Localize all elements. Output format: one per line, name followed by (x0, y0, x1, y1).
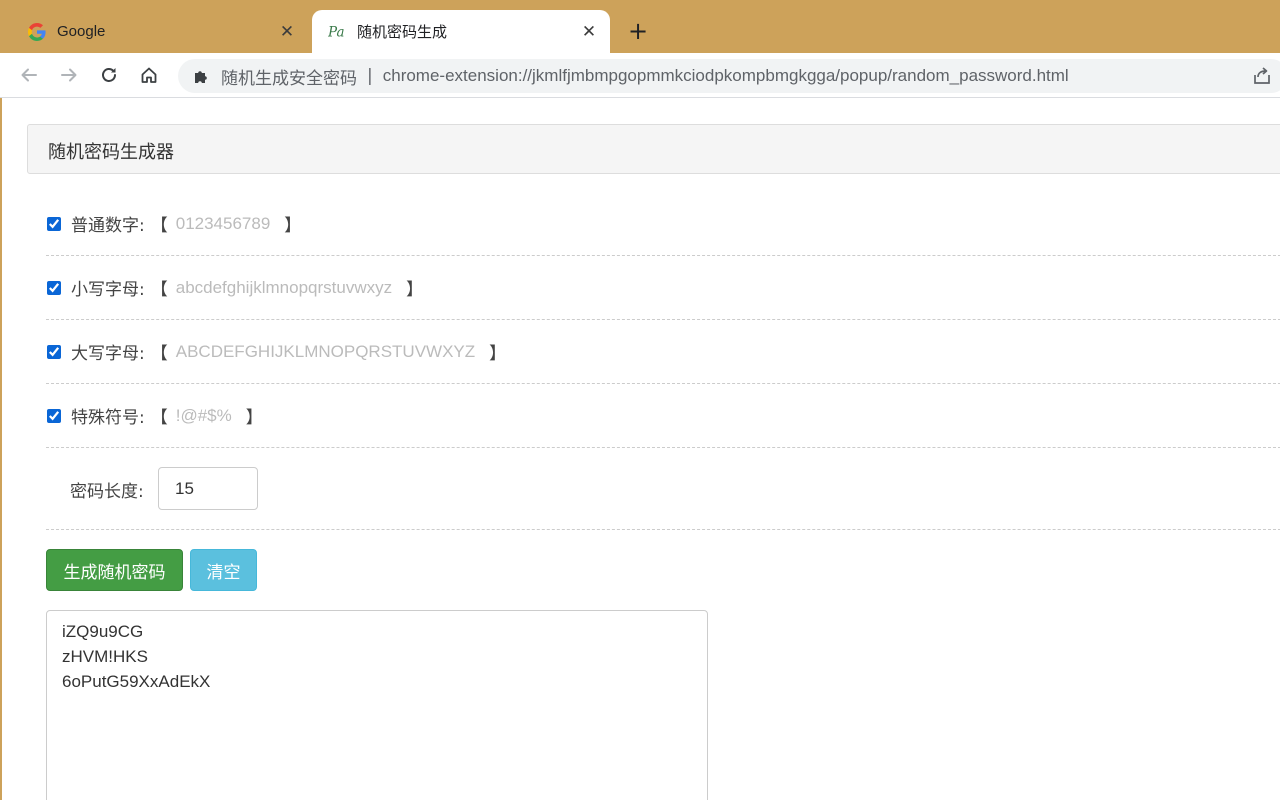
symbols-checkbox[interactable] (47, 408, 61, 423)
bracket-close: 】 (406, 280, 424, 300)
password-line: 6oPutG59XxAdEkX (62, 672, 211, 691)
password-line: zHVM!HKS (62, 647, 148, 666)
home-icon (141, 67, 157, 83)
forward-arrow-icon (61, 68, 77, 82)
option-row-lowercase: 小写字母: 【 abcdefghijklmnopqrstuvwxyz 】 (46, 256, 1280, 320)
address-separator: | (367, 66, 373, 86)
option-label: 大写字母: (71, 344, 145, 364)
close-icon[interactable]: ✕ (580, 23, 598, 41)
bracket-open: 【 (150, 280, 168, 300)
digits-checkbox[interactable] (47, 216, 61, 231)
clear-button[interactable]: 清空 (190, 549, 257, 591)
new-tab-button[interactable]: + (627, 19, 649, 43)
tab-title: Google (57, 23, 106, 40)
bracket-close: 】 (489, 344, 507, 364)
reload-icon (102, 68, 116, 82)
tab-random-password[interactable]: Pa 随机密码生成 ✕ (312, 10, 610, 53)
option-row-digits: 普通数字: 【 0123456789 】 (46, 192, 1280, 256)
option-chars: !@#$% (175, 405, 232, 425)
tab-strip: Google ✕ Pa 随机密码生成 ✕ + (0, 0, 1280, 53)
lowercase-checkbox[interactable] (47, 280, 61, 295)
bracket-close: 】 (245, 408, 263, 428)
address-url: chrome-extension://jkmlfjmbmpgopmmkciodp… (382, 66, 1069, 85)
option-label: 普通数字: (71, 216, 145, 236)
bracket-open: 【 (150, 216, 168, 236)
back-button[interactable] (17, 63, 41, 87)
svg-text:Pa: Pa (328, 24, 345, 40)
option-chars: abcdefghijklmnopqrstuvwxyz (175, 277, 393, 297)
puzzle-icon (192, 67, 210, 85)
password-output[interactable]: iZQ9u9CG zHVM!HKS 6oPutG59XxAdEkX (46, 610, 708, 800)
address-bar[interactable]: 随机生成安全密码 | chrome-extension://jkmlfjmbmp… (178, 59, 1280, 93)
page-title: 随机密码生成器 (48, 142, 174, 163)
tab-title: 随机密码生成 (357, 24, 448, 41)
share-icon[interactable] (1252, 66, 1272, 86)
option-row-uppercase: 大写字母: 【 ABCDEFGHIJKLMNOPQRSTUVWXYZ 】 (46, 320, 1280, 384)
tab-google[interactable]: Google ✕ (12, 10, 308, 53)
window-edge (0, 98, 2, 800)
length-row: 密码长度: (46, 449, 1280, 530)
forward-button[interactable] (57, 63, 81, 87)
option-label: 特殊符号: (71, 408, 145, 428)
home-button[interactable] (137, 63, 161, 87)
option-label: 小写字母: (71, 280, 145, 300)
reload-button[interactable] (97, 63, 121, 87)
length-label: 密码长度: (70, 482, 144, 502)
password-line: iZQ9u9CG (62, 622, 144, 641)
close-icon[interactable]: ✕ (278, 23, 296, 41)
bracket-open: 【 (150, 344, 168, 364)
length-input[interactable] (158, 467, 258, 510)
address-site-name: 随机生成安全密码 (221, 68, 357, 88)
option-chars: ABCDEFGHIJKLMNOPQRSTUVWXYZ (175, 341, 476, 361)
back-arrow-icon (21, 68, 37, 82)
uppercase-checkbox[interactable] (47, 344, 61, 359)
panel-heading: 随机密码生成器 (27, 124, 1280, 174)
option-row-symbols: 特殊符号: 【 !@#$% 】 (46, 384, 1280, 448)
option-chars: 0123456789 (175, 213, 271, 233)
bracket-close: 】 (284, 216, 302, 236)
google-g-icon (28, 22, 46, 41)
browser-toolbar: 随机生成安全密码 | chrome-extension://jkmlfjmbmp… (0, 53, 1280, 98)
pa-icon: Pa (328, 23, 346, 41)
bracket-open: 【 (150, 408, 168, 428)
generate-button[interactable]: 生成随机密码 (46, 549, 183, 591)
